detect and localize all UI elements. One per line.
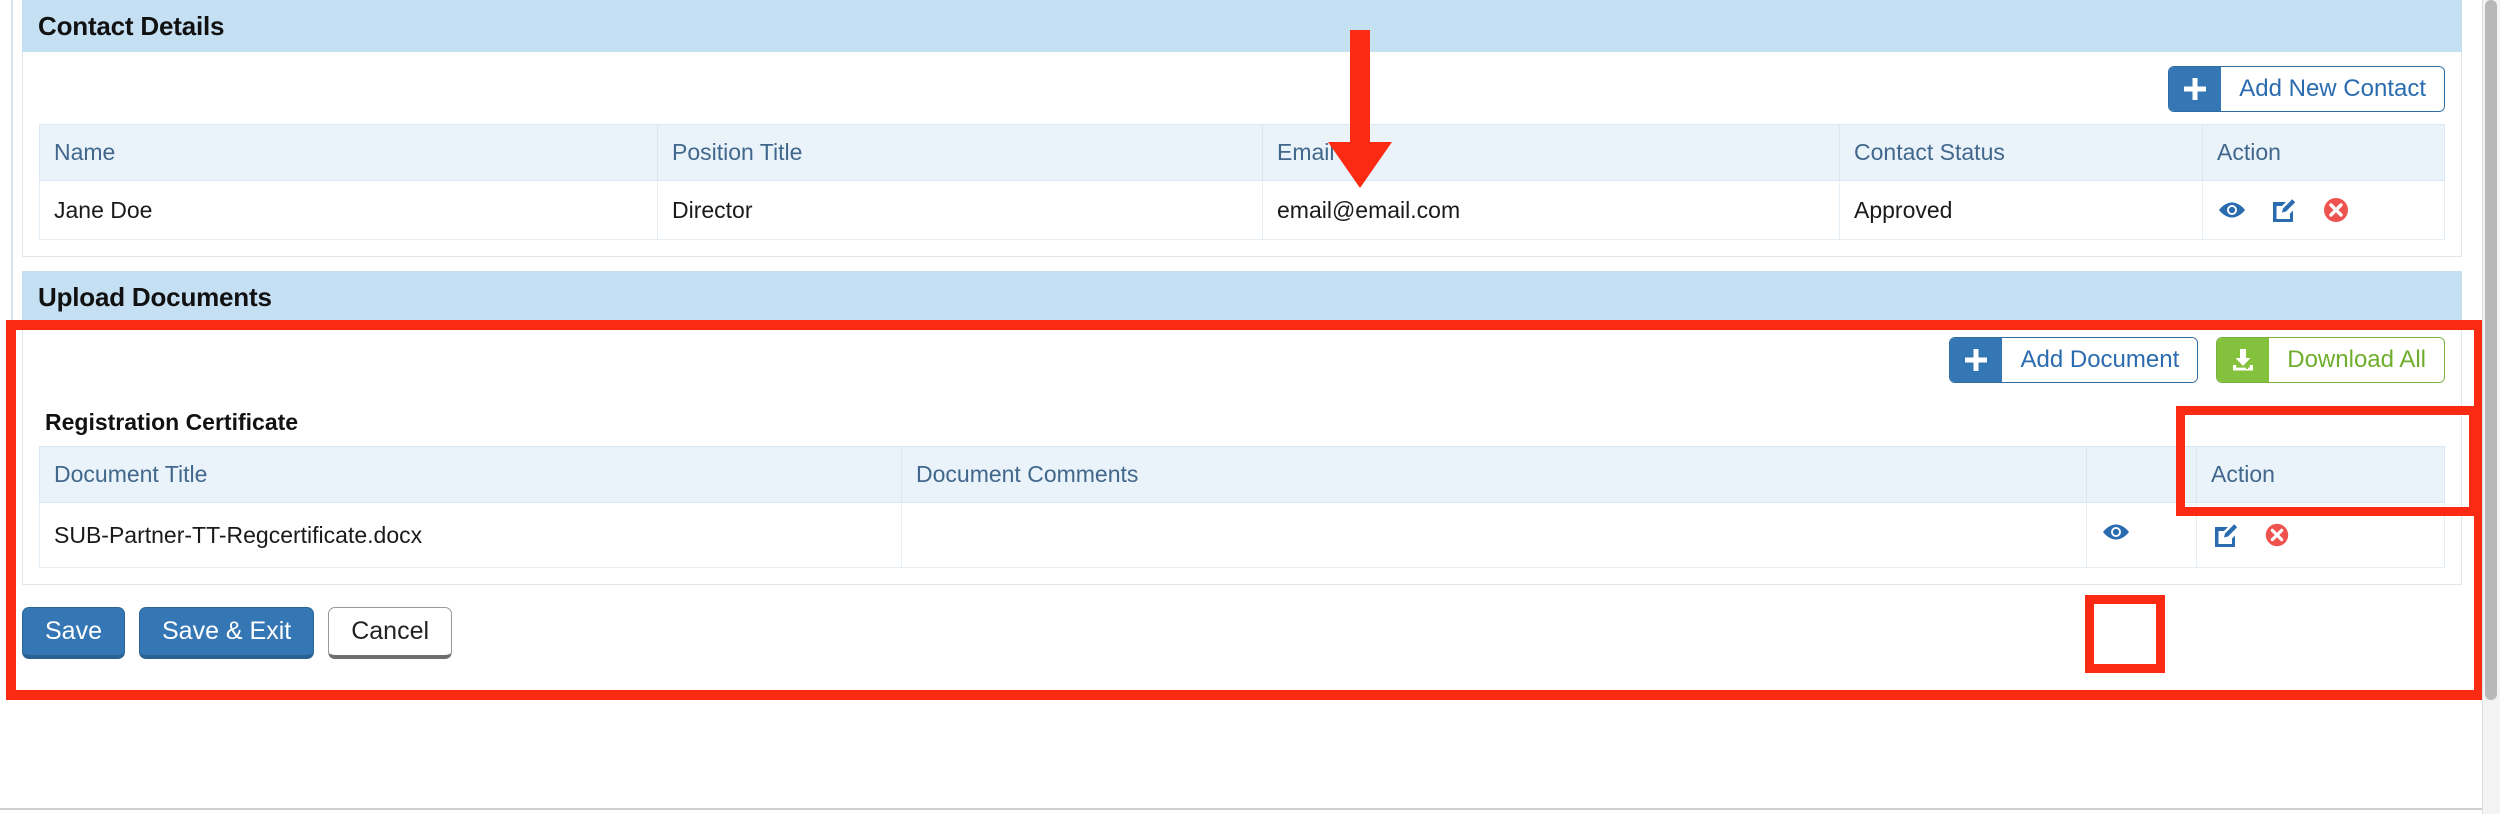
- download-icon: [2217, 338, 2270, 382]
- plus-icon: [2169, 67, 2222, 111]
- cancel-button[interactable]: Cancel: [328, 607, 453, 659]
- contact-cell-contact-status: Approved: [1839, 180, 2203, 240]
- document-cell-comments: [901, 502, 2087, 568]
- registration-certificate-label: Registration Certificate: [45, 409, 299, 435]
- upload-documents-header: Upload Documents: [22, 271, 2462, 323]
- page-root: Contact Details Add New Contact Name Pos…: [0, 0, 2500, 814]
- contact-details-header: Contact Details: [22, 0, 2462, 52]
- save-button[interactable]: Save: [22, 607, 125, 659]
- contact-col-email: Email: [1262, 124, 1840, 181]
- edit-icon[interactable]: [2269, 195, 2299, 225]
- document-table-header-row: Document Title Document Comments Action: [39, 446, 2445, 503]
- edit-icon[interactable]: [2211, 520, 2241, 550]
- download-all-button[interactable]: Download All: [2216, 337, 2445, 383]
- contact-cell-email: email@email.com: [1262, 180, 1840, 240]
- contact-col-name: Name: [39, 124, 658, 181]
- add-new-contact-button[interactable]: Add New Contact: [2168, 66, 2445, 112]
- content-column: Contact Details Add New Contact Name Pos…: [22, 0, 2462, 814]
- table-row: SUB-Partner-TT-Regcertificate.docx: [39, 502, 2445, 568]
- document-col-preview: [2086, 446, 2197, 503]
- table-row: Jane Doe Director email@email.com Approv…: [39, 180, 2445, 240]
- contact-toolbar: Add New Contact: [39, 52, 2445, 124]
- contact-details-section: Contact Details Add New Contact Name Pos…: [22, 0, 2462, 257]
- document-cell-title: SUB-Partner-TT-Regcertificate.docx: [39, 502, 902, 568]
- contact-cell-name: Jane Doe: [39, 180, 658, 240]
- upload-toolbar: Add Document Download All: [39, 323, 2445, 395]
- view-icon[interactable]: [2101, 517, 2131, 547]
- contact-cell-position-title: Director: [657, 180, 1263, 240]
- contact-details-title: Contact Details: [38, 10, 225, 41]
- view-icon[interactable]: [2217, 195, 2247, 225]
- contact-details-body: Add New Contact Name Position Title Emai…: [22, 52, 2462, 257]
- download-all-label: Download All: [2269, 338, 2444, 382]
- form-action-bar: Save Save & Exit Cancel: [22, 585, 2462, 659]
- add-document-label: Add Document: [2002, 338, 2198, 382]
- contact-col-action: Action: [2202, 124, 2445, 181]
- upload-documents-section: Upload Documents Add Document Download A…: [22, 271, 2462, 585]
- bottom-divider: [0, 808, 2500, 810]
- plus-icon: [1950, 338, 2003, 382]
- upload-documents-body: Add Document Download All Registration C…: [22, 323, 2462, 585]
- contact-col-contact-status: Contact Status: [1839, 124, 2203, 181]
- scrollbar-thumb[interactable]: [2485, 0, 2497, 700]
- contact-cell-actions: [2202, 180, 2445, 240]
- vertical-scrollbar[interactable]: [2482, 0, 2500, 814]
- document-table: Document Title Document Comments Action …: [39, 446, 2445, 568]
- document-col-action: Action: [2196, 446, 2445, 503]
- delete-icon[interactable]: [2321, 195, 2351, 225]
- contact-table-header-row: Name Position Title Email Contact Status…: [39, 124, 2445, 181]
- document-col-title: Document Title: [39, 446, 902, 503]
- save-and-exit-button[interactable]: Save & Exit: [138, 607, 315, 659]
- upload-documents-title: Upload Documents: [38, 281, 272, 312]
- document-col-comments: Document Comments: [901, 446, 2087, 503]
- contact-table: Name Position Title Email Contact Status…: [39, 124, 2445, 240]
- contact-col-position-title: Position Title: [657, 124, 1263, 181]
- add-new-contact-label: Add New Contact: [2221, 67, 2444, 111]
- document-cell-actions: [2196, 502, 2445, 568]
- delete-icon[interactable]: [2263, 521, 2291, 549]
- document-cell-preview: [2086, 502, 2197, 568]
- add-document-button[interactable]: Add Document: [1949, 337, 2199, 383]
- left-rail-divider: [11, 0, 13, 352]
